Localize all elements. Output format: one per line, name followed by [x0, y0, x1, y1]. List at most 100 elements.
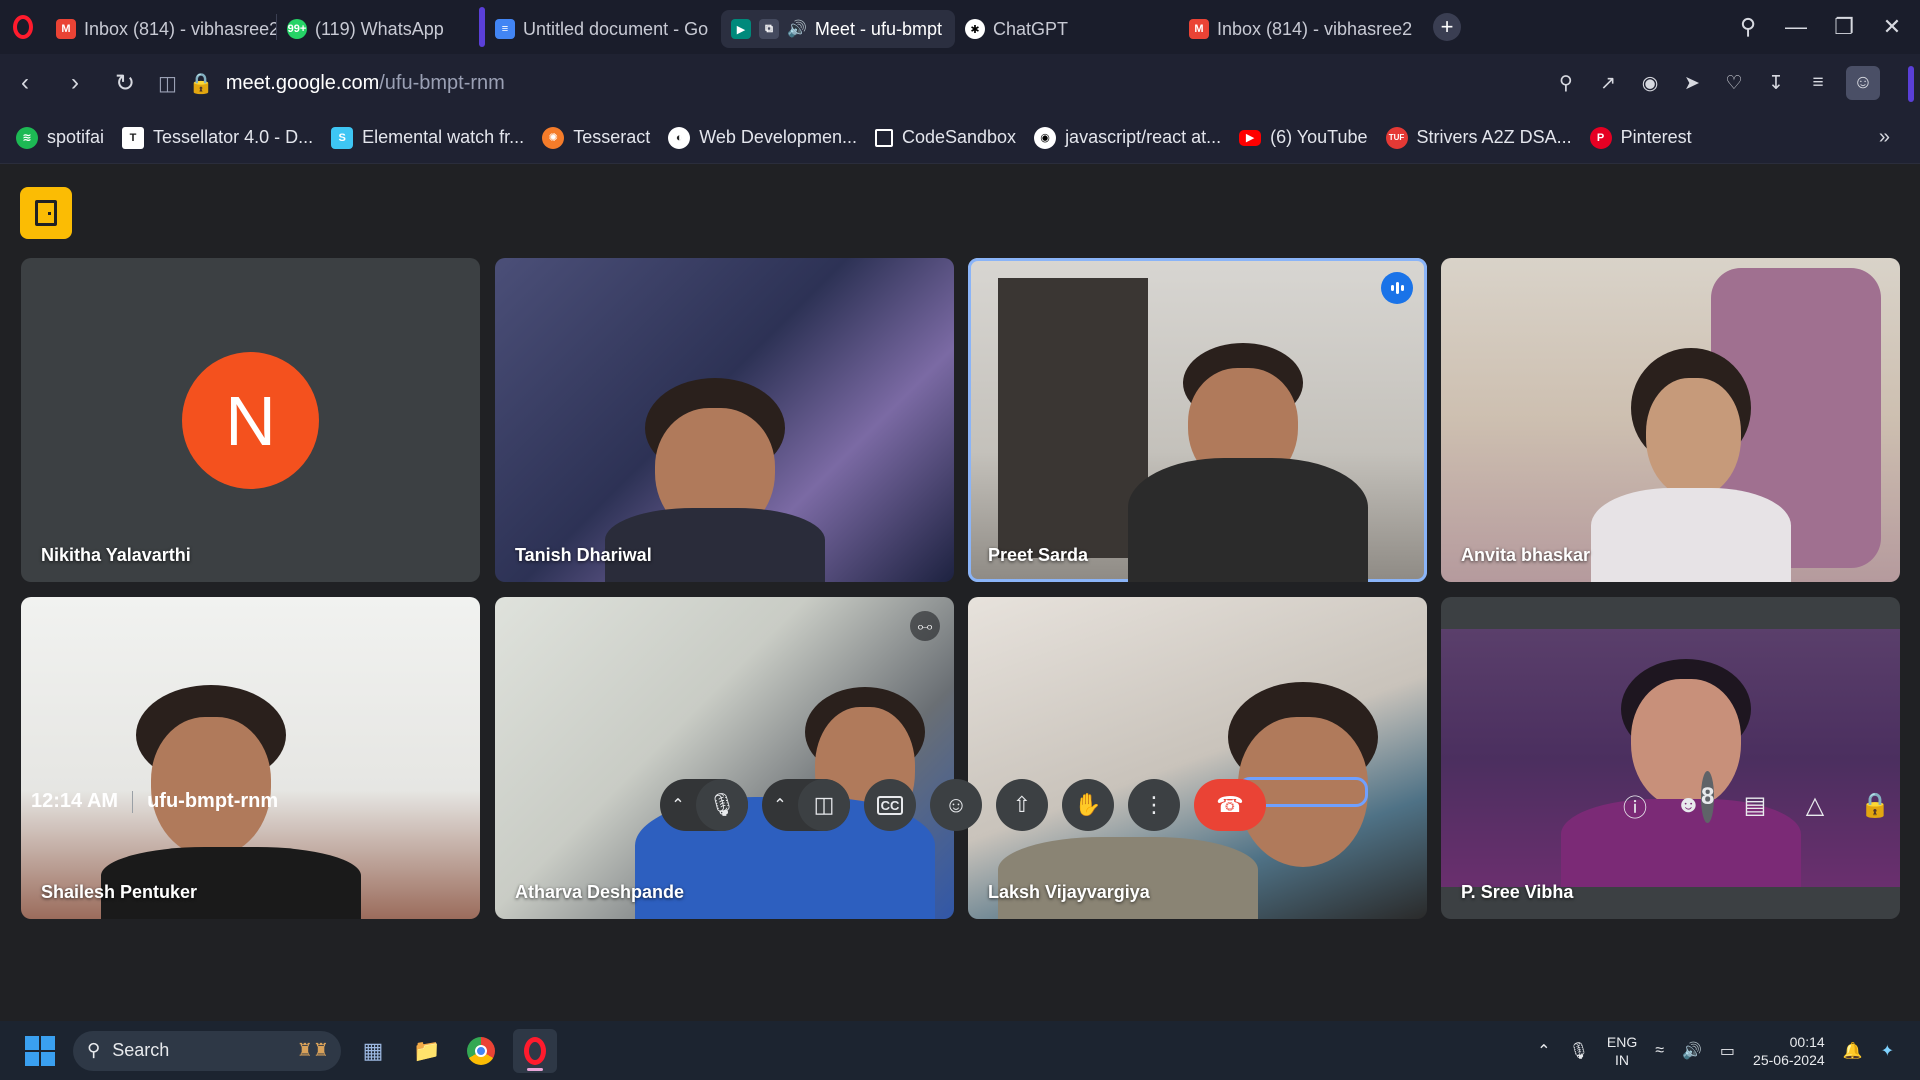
- bookmark-label: spotifai: [47, 127, 105, 147]
- tab-whatsapp[interactable]: 99+ (119) WhatsApp: [277, 10, 467, 48]
- side-panel-controls: ⓘ ☻ 8 ▤ △ 🔒: [1616, 771, 1894, 831]
- volume-icon[interactable]: 🔊: [1682, 1041, 1702, 1061]
- mic-off-icon: ⧟: [910, 611, 940, 641]
- language-indicator[interactable]: ENG IN: [1607, 1033, 1637, 1069]
- bookmark-label: Web Developmen...: [699, 127, 857, 147]
- restore-icon[interactable]: ❐: [1820, 0, 1868, 54]
- bookmark-tessellator[interactable]: T Tessellator 4.0 - D...: [122, 126, 314, 149]
- tab-gmail-inbox-2[interactable]: M Inbox (814) - vibhasree2: [1179, 10, 1415, 48]
- bookmark-spotifai[interactable]: ≋ spotifai: [16, 126, 105, 149]
- tab-gmail-inbox[interactable]: M Inbox (814) - vibhasree2: [46, 10, 276, 48]
- chrome-icon[interactable]: [459, 1029, 503, 1073]
- chat-icon[interactable]: ▤: [1736, 779, 1774, 831]
- divider: [132, 790, 134, 813]
- camera-permission-icon[interactable]: ◫: [158, 71, 177, 96]
- present-button[interactable]: ⇧: [996, 779, 1048, 831]
- participant-tile[interactable]: P. Sree Vibha: [1441, 597, 1900, 919]
- more-vert-icon: ⋮: [1143, 792, 1165, 817]
- bookmark-label: Elemental watch fr...: [362, 127, 525, 147]
- opera-icon[interactable]: [513, 1028, 557, 1073]
- participant-name: Laksh Vijayvargiya: [988, 882, 1150, 902]
- tab-chatgpt[interactable]: ✱ ChatGPT: [955, 10, 1179, 48]
- people-icon[interactable]: ☻ 8: [1676, 771, 1715, 831]
- camera-button[interactable]: ◫: [798, 779, 850, 831]
- activities-icon[interactable]: △: [1796, 779, 1834, 831]
- minimize-icon[interactable]: —: [1772, 0, 1820, 54]
- bookmark-web-development[interactable]: ◐ Web Developmen...: [668, 126, 857, 149]
- bookmark-codesandbox[interactable]: CodeSandbox: [874, 127, 1016, 148]
- hand-icon: ✋: [1074, 792, 1102, 817]
- tab-google-meet[interactable]: ▶ ⧉ 🔊 Meet - ufu-bmpt: [721, 10, 955, 48]
- picture-in-picture-icon[interactable]: ⧉: [759, 19, 779, 39]
- calculator-icon[interactable]: ▦: [351, 1029, 395, 1073]
- video-feed: [151, 717, 271, 857]
- meeting-details-icon[interactable]: ⓘ: [1616, 779, 1654, 831]
- profile-icon[interactable]: ☺: [1846, 66, 1880, 100]
- heart-icon[interactable]: ♡: [1720, 69, 1748, 97]
- participant-tile[interactable]: Anvita bhaskar: [1441, 258, 1900, 582]
- participant-tile[interactable]: ⧟ Atharva Deshpande: [495, 597, 954, 919]
- microphone-in-use-icon[interactable]: 🎙: [1569, 1041, 1589, 1061]
- bookmark-strivers[interactable]: TUF Strivers A2Z DSA...: [1385, 126, 1572, 149]
- participant-tile[interactable]: Shailesh Pentuker: [21, 597, 480, 919]
- raise-hand-button[interactable]: ✋: [1062, 779, 1114, 831]
- bookmark-github[interactable]: ◉ javascript/react at...: [1034, 126, 1221, 149]
- battery-icon[interactable]: ▭: [1720, 1041, 1735, 1061]
- more-bookmarks-icon[interactable]: »: [1879, 126, 1890, 149]
- tessellator-icon: T: [122, 126, 145, 149]
- captions-button[interactable]: CC: [864, 779, 916, 831]
- bookmark-youtube[interactable]: ▶ (6) YouTube: [1239, 127, 1368, 148]
- youtube-icon: ▶: [1239, 129, 1262, 146]
- clock[interactable]: 00:14 25-06-2024: [1753, 1033, 1825, 1069]
- bookmark-elemental[interactable]: S Elemental watch fr...: [331, 126, 525, 149]
- taskbar-search[interactable]: ⚲ Search ♜♜: [73, 1030, 341, 1071]
- download-icon[interactable]: ↧: [1762, 69, 1790, 97]
- camera-icon: ◫: [813, 792, 835, 817]
- windows-start-icon[interactable]: [25, 1035, 55, 1066]
- bookmark-label: Tessellator 4.0 - D...: [153, 127, 314, 147]
- tab-google-docs[interactable]: ≡ Untitled document - Go: [485, 10, 721, 48]
- reload-icon[interactable]: ↻: [100, 54, 150, 112]
- present-screen-icon: ⇧: [1012, 792, 1032, 817]
- url-field[interactable]: ◫ 🔒 meet.google.com/ufu-bmpt-rnm: [158, 64, 505, 102]
- microphone-button[interactable]: 🎙: [696, 779, 748, 831]
- notifications-bell-icon[interactable]: 🔔: [1843, 1041, 1863, 1061]
- file-explorer-icon[interactable]: 📁: [405, 1029, 449, 1073]
- more-options-button[interactable]: ⋮: [1128, 779, 1180, 831]
- easy-setup-icon[interactable]: ≡: [1804, 69, 1832, 97]
- bookmarks-bar: ≋ spotifai T Tessellator 4.0 - D... S Eleme…: [0, 112, 1920, 164]
- search-label: Search: [112, 1040, 170, 1060]
- address-bar: ‹ › ↻ ◫ 🔒 meet.google.com/ufu-bmpt-rnm ⚲…: [0, 54, 1920, 112]
- new-tab-button[interactable]: +: [1433, 13, 1461, 41]
- participant-name: Shailesh Pentuker: [41, 882, 198, 902]
- video-options-chevron-icon[interactable]: ⌃: [762, 779, 798, 831]
- lens-icon[interactable]: ⚲: [1552, 69, 1580, 97]
- reactions-button[interactable]: ☺: [930, 779, 982, 831]
- forward-icon[interactable]: ›: [50, 54, 100, 112]
- lock-icon[interactable]: 🔒: [189, 71, 214, 96]
- close-icon[interactable]: ✕: [1868, 0, 1916, 54]
- back-icon[interactable]: ‹: [0, 54, 50, 112]
- breakout-room-icon[interactable]: [20, 187, 72, 239]
- opera-menu-icon[interactable]: [0, 0, 46, 54]
- send-icon[interactable]: ➤: [1678, 69, 1706, 97]
- language-code: ENG: [1606, 1033, 1638, 1050]
- participant-tile[interactable]: N Nikitha Yalavarthi: [21, 258, 480, 582]
- tab-search-icon[interactable]: ⚲: [1724, 0, 1772, 54]
- participant-tile[interactable]: Laksh Vijayvargiya: [968, 597, 1427, 919]
- participant-tile-active-speaker[interactable]: Preet Sarda: [968, 258, 1427, 582]
- elemental-icon: S: [331, 126, 354, 149]
- host-controls-icon[interactable]: 🔒: [1856, 779, 1894, 831]
- audio-playing-icon[interactable]: 🔊: [787, 19, 807, 39]
- wifi-icon[interactable]: ≈: [1655, 1042, 1664, 1060]
- participant-tile[interactable]: Tanish Dhariwal: [495, 258, 954, 582]
- show-hidden-icons-chevron-icon[interactable]: ⌃: [1537, 1041, 1550, 1061]
- copilot-icon[interactable]: ✦: [1881, 1041, 1894, 1061]
- leave-call-button[interactable]: ☎: [1194, 779, 1266, 831]
- bookmark-pinterest[interactable]: P Pinterest: [1589, 126, 1692, 149]
- bookmark-tesseract[interactable]: ✺ Tesseract: [542, 126, 650, 149]
- url-path: /ufu-bmpt-rnm: [379, 71, 505, 94]
- audio-options-chevron-icon[interactable]: ⌃: [660, 779, 696, 831]
- share-icon[interactable]: ↗: [1594, 69, 1622, 97]
- snapshot-icon[interactable]: ◉: [1636, 69, 1664, 97]
